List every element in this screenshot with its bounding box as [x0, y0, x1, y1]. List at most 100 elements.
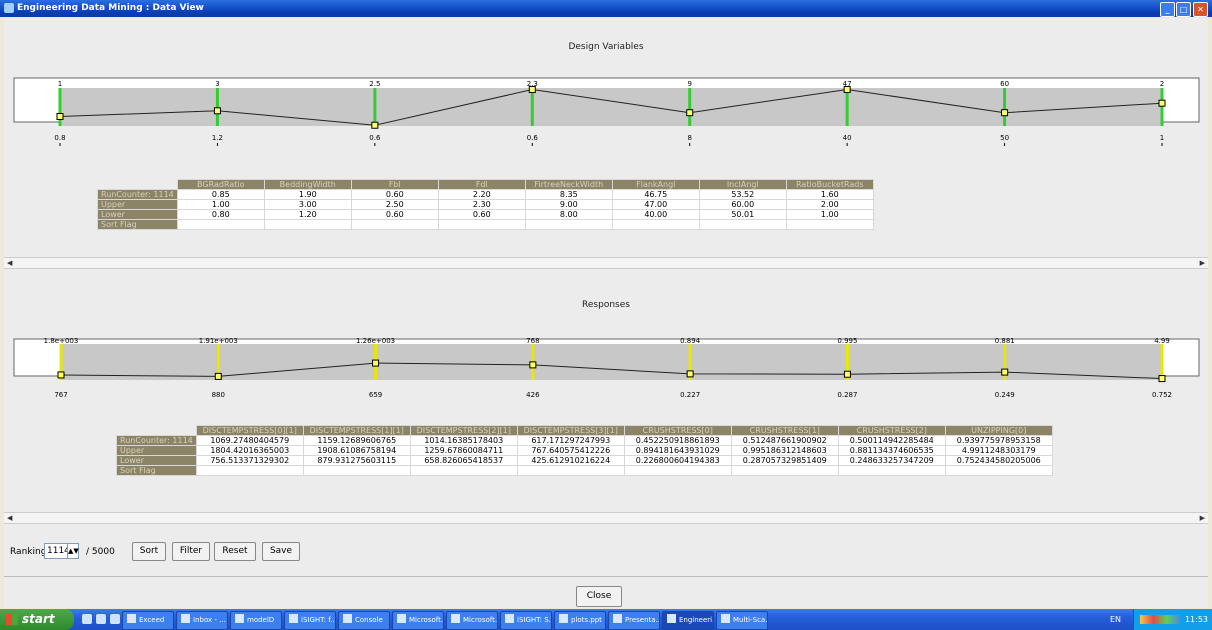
table-cell[interactable]: 0.80 — [176, 209, 265, 220]
table-cell[interactable] — [516, 465, 625, 476]
table-cell[interactable]: 1.00 — [176, 199, 265, 210]
run-marker[interactable] — [371, 121, 379, 129]
table-cell[interactable] — [409, 465, 518, 476]
start-button[interactable]: start — [0, 609, 74, 630]
quick-launch-icon[interactable] — [82, 614, 92, 624]
table-cell[interactable]: 0.500114942285484 — [837, 435, 946, 446]
table-cell[interactable] — [698, 219, 787, 230]
taskbar-window-button[interactable]: modelD — [230, 611, 282, 630]
table-cell[interactable] — [785, 219, 874, 230]
run-marker[interactable] — [214, 372, 222, 380]
column-header[interactable]: BGRadRatio — [176, 179, 265, 190]
minimize-button[interactable]: _ — [1160, 2, 1175, 17]
table-cell[interactable]: 1014.16385178403 — [409, 435, 518, 446]
table-cell[interactable]: 0.894181643931029 — [623, 445, 732, 456]
table-cell[interactable] — [524, 219, 613, 230]
run-marker[interactable] — [686, 370, 694, 378]
table-cell[interactable]: 767.640575412226 — [516, 445, 625, 456]
design-variables-parallel-plot[interactable]: 10.8BGRadRatio31.2BeddingWidth2.50.6Fbl2… — [4, 56, 1208, 146]
column-header[interactable]: UNZIPPING[0] — [944, 425, 1053, 436]
table-cell[interactable] — [302, 465, 411, 476]
table-cell[interactable]: 0.452250918861893 — [623, 435, 732, 446]
table-cell[interactable]: 0.512487661900902 — [730, 435, 839, 446]
taskbar-window-button[interactable]: plots.ppt — [554, 611, 606, 630]
table-cell[interactable]: 40.00 — [611, 209, 700, 220]
table-cell[interactable]: 1159.12689606765 — [302, 435, 411, 446]
table-cell[interactable]: 0.995186312148603 — [730, 445, 839, 456]
scroll-left-icon[interactable]: ◀ — [7, 514, 12, 522]
table-cell[interactable]: 1804.42016365003 — [195, 445, 304, 456]
run-marker[interactable] — [528, 86, 536, 94]
taskbar-window-button[interactable]: Exceed — [122, 611, 174, 630]
taskbar-window-button[interactable]: Microsoft... — [392, 611, 444, 630]
table-cell[interactable] — [730, 465, 839, 476]
column-header[interactable]: FlankAngl — [611, 179, 700, 190]
column-header[interactable]: BeddingWidth — [263, 179, 352, 190]
table-cell[interactable] — [623, 465, 732, 476]
close-window-button[interactable]: ✕ — [1193, 2, 1208, 17]
table-cell[interactable]: 879.931275603115 — [302, 455, 411, 466]
run-marker[interactable] — [1158, 375, 1166, 383]
table-cell[interactable]: 1.60 — [785, 189, 874, 200]
table-cell[interactable]: 46.75 — [611, 189, 700, 200]
scroll-left-icon[interactable]: ◀ — [7, 259, 12, 267]
reset-button[interactable]: Reset — [214, 542, 256, 561]
table-cell[interactable]: 0.60 — [350, 189, 439, 200]
table-cell[interactable]: 0.85 — [176, 189, 265, 200]
taskbar-window-button[interactable]: iSIGHT: f... — [284, 611, 336, 630]
table-cell[interactable]: 2.00 — [785, 199, 874, 210]
maximize-button[interactable]: □ — [1176, 2, 1191, 17]
table-cell[interactable]: 50.01 — [698, 209, 787, 220]
table-cell[interactable]: 8.35 — [524, 189, 613, 200]
table-cell[interactable]: 0.881134374606535 — [837, 445, 946, 456]
run-marker[interactable] — [1001, 109, 1009, 117]
table-cell[interactable] — [350, 219, 439, 230]
column-header[interactable]: CRUSHSTRESS[0] — [623, 425, 732, 436]
taskbar-window-button[interactable]: Microsoft... — [446, 611, 498, 630]
table-cell[interactable]: 1069.27480404579 — [195, 435, 304, 446]
taskbar-window-button[interactable]: Presenta... — [608, 611, 660, 630]
table-cell[interactable]: 756.513371329302 — [195, 455, 304, 466]
table-cell[interactable]: 0.287057329851409 — [730, 455, 839, 466]
filter-button[interactable]: Filter — [172, 542, 210, 561]
table-cell[interactable] — [944, 465, 1053, 476]
table-cell[interactable]: 3.00 — [263, 199, 352, 210]
scroll-right-icon[interactable]: ▶ — [1200, 259, 1205, 267]
column-header[interactable]: DISCTEMPSTRESS[0][1] — [195, 425, 304, 436]
taskbar-window-button[interactable]: Console — [338, 611, 390, 630]
column-header[interactable]: DISCTEMPSTRESS[2][1] — [409, 425, 518, 436]
table-cell[interactable]: 1259.67860084711 — [409, 445, 518, 456]
table-cell[interactable]: 0.226800604194383 — [623, 455, 732, 466]
tray-icons[interactable] — [1140, 615, 1180, 624]
column-header[interactable]: RatioBucketRads — [785, 179, 874, 190]
column-header[interactable]: DISCTEMPSTRESS[3][1] — [516, 425, 625, 436]
run-marker[interactable] — [1001, 368, 1009, 376]
table-cell[interactable] — [176, 219, 265, 230]
close-button[interactable]: Close — [576, 586, 622, 607]
language-indicator[interactable]: EN — [1110, 609, 1121, 630]
column-header[interactable]: DISCTEMPSTRESS[1][1] — [302, 425, 411, 436]
table-cell[interactable]: 8.00 — [524, 209, 613, 220]
ranking-spinner[interactable]: ▲▼ — [67, 543, 79, 559]
table-cell[interactable]: 53.52 — [698, 189, 787, 200]
taskbar-window-button[interactable]: iSIGHT: S... — [500, 611, 552, 630]
column-header[interactable]: CRUSHSTRESS[2] — [837, 425, 946, 436]
table-cell[interactable]: 1.20 — [263, 209, 352, 220]
taskbar-window-button[interactable]: Engineeri... — [662, 611, 714, 630]
table-cell[interactable]: 2.50 — [350, 199, 439, 210]
table-cell[interactable] — [263, 219, 352, 230]
run-marker[interactable] — [372, 359, 380, 367]
table-cell[interactable]: 47.00 — [611, 199, 700, 210]
column-header[interactable]: FirtreeNeckWidth — [524, 179, 613, 190]
responses-parallel-plot[interactable]: 1.8e+003767DISCTEMPSTRESS[0][1]1.91e+003… — [4, 314, 1208, 399]
table-cell[interactable]: 658.826065418537 — [409, 455, 518, 466]
run-marker[interactable] — [529, 361, 537, 369]
design-table-scrollbar[interactable]: ◀ ▶ — [4, 257, 1208, 269]
save-button[interactable]: Save — [262, 542, 300, 561]
run-marker[interactable] — [843, 86, 851, 94]
run-marker[interactable] — [686, 109, 694, 117]
ranking-input[interactable]: 1114 — [44, 543, 70, 559]
table-cell[interactable] — [195, 465, 304, 476]
run-marker[interactable] — [843, 370, 851, 378]
quick-launch-icon[interactable] — [96, 614, 106, 624]
